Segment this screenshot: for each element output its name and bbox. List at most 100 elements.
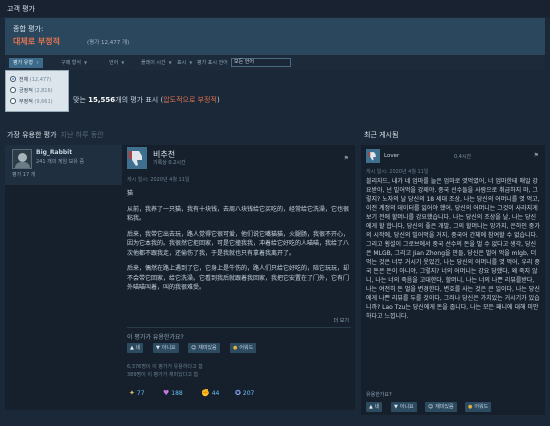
avatar-body-shape [15, 162, 30, 168]
most-helpful-title: 가장 유용한 평가 [7, 131, 57, 139]
read-more-link[interactable]: 더 보기 [334, 317, 349, 324]
radio-icon[interactable] [10, 98, 16, 104]
recent-award-label: 어워드 [474, 404, 489, 410]
vote-no-button[interactable]: ▼ 아니요 [153, 343, 179, 353]
thumbs-down-icon: ▼ [156, 345, 160, 351]
flag-icon[interactable]: ⚑ [344, 155, 349, 162]
review-type-option-all-count: (12,477) [29, 77, 52, 83]
chevron-down-icon: ▼ [189, 60, 193, 65]
review-stats: 6,376명이 이 평가가 유용하다고 함 389명이 이 평가가 재미있다고 … [127, 363, 203, 379]
filter-purchase-type-label: 구매 형식 [61, 60, 81, 66]
review-paragraph: 从前，我养了一只猫，我有十块钱，去周八块钱给它买吃的，经常给它洗澡，它也很粘我。 [127, 205, 350, 223]
filter-language-label: 언어 [109, 60, 119, 66]
award-button[interactable]: ● 어워드 [230, 343, 257, 353]
filter-display-label: 표시 [177, 60, 187, 66]
filter-summary: 맞는 15,556개의 평가 표시 (압도적으로 부정적) [73, 95, 220, 105]
review-posted-date: 게시 일시: 2020년 4월 11일 [127, 177, 190, 183]
award-icon: ● [468, 404, 473, 410]
reviewer-review-count[interactable]: 평가 17 개 [12, 171, 35, 178]
recent-vote-funny-button[interactable]: ☺ 재미있음 [425, 402, 457, 412]
reviewer-name[interactable]: Big_Rabbit [36, 149, 72, 156]
review-type-option-all[interactable]: 전체 (12,477) [10, 75, 51, 85]
flag-icon[interactable]: ⚑ [534, 152, 539, 159]
review-type-option-all-label: 전체 [19, 77, 29, 83]
award-count: 77 [136, 390, 145, 397]
review-fade-overlay [125, 295, 355, 315]
recent-posted-date: 게시 일시: 2020년 4월 11일 [366, 169, 429, 175]
smiley-icon: ☺ [428, 404, 434, 410]
smiley-icon: ☺ [191, 345, 197, 351]
review-type-option-negative[interactable]: 부정적 (9,661) [10, 97, 53, 107]
divider [127, 327, 351, 328]
reviewer-info: Big_Rabbit 241 개의 게임 보유 중 평가 17 개 [5, 145, 122, 185]
vote-funny-button[interactable]: ☺ 재미있음 [188, 343, 220, 353]
recent-award-button[interactable]: ● 어워드 [465, 402, 492, 412]
most-helpful-period[interactable]: 지난 하루 동안 [61, 131, 104, 139]
overall-rating-count: (평가 12,477 개) [87, 40, 130, 46]
review-card: Big_Rabbit 241 개의 게임 보유 중 평가 17 개 비추천 기록… [5, 145, 355, 410]
review-content: 비추천 기록상 0.2시간 ⚑ 게시 일시: 2020년 4월 11일 猫 从前… [125, 145, 355, 410]
wings-award-icon[interactable]: ✦ 77 [129, 387, 145, 400]
filter-playtime-label: 플레이 시간 [141, 60, 166, 66]
recent-playtime: 0.4시간 [454, 154, 472, 160]
thumbs-up-icon: ▲ [369, 404, 373, 410]
recent-review-body: 블리자드, 내가 네 엄마를 늘은 엄마로 엿먹였어, 너 엄마한테 매일 강요… [366, 178, 540, 320]
heart-hands-award-icon[interactable]: ♥ 188 [163, 387, 183, 400]
review-filter-bar: 평가 유형 ▼ 구매 형식 ▼ 언어 ▼ 플레이 시간 ▼ 표시 ▼ 평가 표시 언어 모… [5, 54, 545, 70]
recent-posted-heading: 최근 게시됨 [364, 130, 398, 140]
summary-middle: 개의 평가 표시 ( [115, 96, 164, 104]
recent-posted-title: 최근 게시됨 [364, 131, 399, 139]
recent-vote-no-button[interactable]: ▼ 아니요 [391, 402, 417, 412]
chevron-down-icon: ▼ [168, 60, 172, 65]
filter-language[interactable]: 언어 ▼ [105, 58, 128, 68]
vote-yes-button[interactable]: ▲ 네 [127, 343, 144, 353]
vote-funny-label: 재미있음 [198, 345, 217, 351]
recent-reviewer-name[interactable]: Lover [384, 153, 399, 159]
avatar[interactable] [12, 149, 32, 169]
radio-icon[interactable] [10, 87, 16, 93]
review-paragraph: 后来，偶然在路上遇到了它，它身上是牛伤的，路人们只给它好吃的，陪它玩玩，却不会带… [127, 265, 350, 291]
chevron-down-icon: ▼ [84, 60, 88, 65]
thumbs-down-icon [127, 147, 147, 169]
most-helpful-heading: 가장 유용한 평가 지난 하루 동안 [7, 130, 104, 140]
review-type-dropdown: 전체 (12,477) 긍정적 (2,816) 부정적 (9,661) [5, 70, 69, 112]
chevron-down-icon: ▼ [36, 60, 40, 65]
language-select-label: 평가 표시 언어 [197, 60, 228, 66]
award-count: 188 [171, 390, 183, 397]
helpful-count: 6,376명이 이 평가가 유용하다고 함 [127, 364, 203, 370]
thumbs-up-icon: ▲ [130, 345, 134, 351]
flex-award-icon[interactable]: ✊ 44 [201, 387, 219, 400]
review-type-option-positive[interactable]: 긍정적 (2,816) [10, 86, 53, 96]
radio-selected-icon[interactable] [10, 76, 16, 82]
recent-vote-no-label: 아니요 [399, 404, 414, 410]
filter-purchase-type[interactable]: 구매 형식 ▼ [57, 58, 91, 68]
filter-playtime[interactable]: 플레이 시간 ▼ [137, 58, 176, 68]
filter-review-type-label: 평가 유형 [13, 60, 33, 66]
thumbs-down-icon [366, 149, 380, 163]
funny-count: 389명이 이 평가가 재미있다고 함 [127, 372, 199, 378]
recent-vote-yes-label: 네 [374, 404, 380, 410]
reviews-header-title: 고객 평가 [7, 5, 35, 13]
summary-prefix: 맞는 [73, 96, 86, 104]
avatar-head-shape [18, 153, 27, 162]
recent-helpful-question: 유용한가요? [366, 392, 392, 398]
overall-rating-verdict[interactable]: 대체로 부정적 [13, 36, 60, 47]
reviewer-products[interactable]: 241 개의 게임 보유 중 [36, 158, 84, 165]
award-count: 44 [211, 390, 220, 397]
reviews-header-bar: 고객 평가 [0, 0, 550, 17]
recent-vote-yes-button[interactable]: ▲ 네 [366, 402, 383, 412]
award-label: 어워드 [239, 345, 254, 351]
medal-award-icon[interactable]: ✪ 207 [235, 387, 254, 400]
review-type-option-negative-label: 부정적 [19, 99, 33, 105]
thumbs-down-icon: ▼ [394, 404, 398, 410]
summary-suffix: ) [216, 96, 220, 104]
overall-rating-panel: 종합 평가: 대체로 부정적 (평가 12,477 개) [5, 18, 545, 54]
review-paragraph: 猫 [127, 190, 134, 197]
chevron-down-icon: ▼ [121, 60, 125, 65]
summary-verdict: 압도적으로 부정적 [163, 96, 217, 104]
award-icon: ● [233, 345, 238, 351]
filter-display[interactable]: 표시 ▼ [173, 58, 196, 68]
filter-review-type[interactable]: 평가 유형 ▼ [9, 58, 44, 68]
language-select[interactable]: 모든 언어 [231, 58, 291, 67]
review-type-option-positive-label: 긍정적 [19, 88, 33, 94]
